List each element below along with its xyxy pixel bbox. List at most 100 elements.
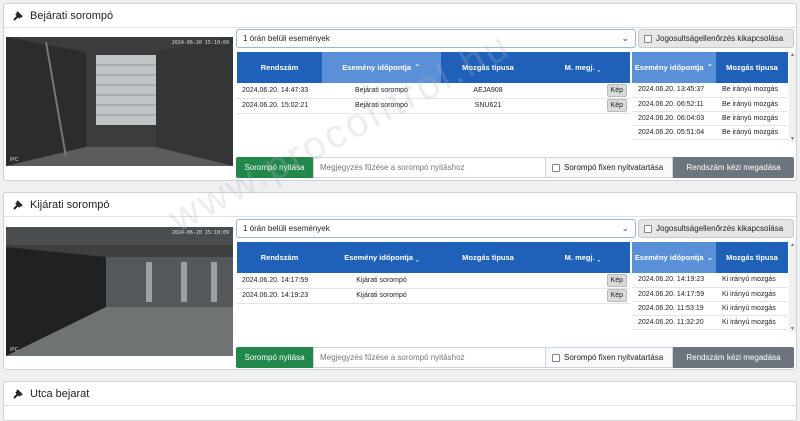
scroll-up-icon[interactable]: ▲ xyxy=(789,242,796,248)
table-row[interactable]: 2024.06.20. 06:52:11 Be irányú mozgás xyxy=(632,97,788,112)
cell-event: Kijárati sorompó xyxy=(322,288,441,304)
sort-icon: ˬ xyxy=(416,253,419,262)
sort-down-icon: ⌄ xyxy=(706,253,714,262)
panel-title: Kijárati sorompó xyxy=(30,198,110,211)
note-input[interactable]: Megjegyzés fűzése a sorompó nyitáshoz xyxy=(313,347,546,368)
table-header-row: Esemény időpontja ⌄ Mozgás típusa xyxy=(632,242,788,273)
image-button[interactable]: Kép xyxy=(606,99,627,112)
col-event-time[interactable]: Esemény időpontja ˬ xyxy=(322,242,441,273)
cell-time: 2024.06.20. 11:53:19 xyxy=(632,301,716,316)
event-range-select[interactable]: 1 órán belüli események ⌄ xyxy=(236,29,636,48)
keep-open-label: Sorompó fixen nyitvatartása xyxy=(564,353,664,362)
camera-timestamp: 2024-06-20 15:10:09 xyxy=(171,230,229,236)
movement-table: Esemény időpontja ⌃ Mozgás típusa 2024.06… xyxy=(632,52,788,140)
sort-icon: ˬ xyxy=(597,253,601,262)
table-row[interactable]: 2024.06.20. 14:19:23 Kijárati sorompó Ké… xyxy=(237,288,630,304)
col-plate[interactable]: Rendszám xyxy=(237,242,322,273)
cell-plate: AEJA908 xyxy=(441,83,535,99)
col-remark[interactable]: M. megj. ˬ xyxy=(535,242,630,273)
cell-time: 2024.06.20. 15:02:21 xyxy=(237,98,322,114)
cell-type: Be irányú mozgás xyxy=(716,111,788,126)
camera-feed[interactable]: 2024-06-20 15:10:09 IPC xyxy=(6,37,233,166)
table-row[interactable]: 2024.06.20. 13:45:37 Be irányú mozgás xyxy=(632,83,788,98)
table-row[interactable]: 2024.06.20. 14:19:23 Ki irányú mozgás xyxy=(632,273,788,288)
col-movement-type[interactable]: Mozgás típusa xyxy=(716,242,788,273)
keep-open-toggle[interactable]: Sorompó fixen nyitvatartása xyxy=(546,347,673,368)
note-input[interactable]: Megjegyzés fűzése a sorompó nyitáshoz xyxy=(313,157,546,178)
scroll-down-icon[interactable]: ▼ xyxy=(789,326,796,332)
table-row[interactable]: 2024.06.20. 14:17:59 Kijárati sorompó Ké… xyxy=(237,273,630,289)
cell-time: 2024.06.20. 06:52:11 xyxy=(632,97,716,112)
image-button[interactable]: Kép xyxy=(606,289,627,302)
cell-event: Bejárati sorompó xyxy=(322,98,441,114)
cell-time: 2024.06.20. 14:17:59 xyxy=(632,287,716,302)
panel-header: Bejárati sorompó xyxy=(4,4,796,28)
checkbox[interactable] xyxy=(552,163,560,172)
table-row[interactable]: 2024.06.20. 06:04:03 Be irányú mozgás xyxy=(632,111,788,126)
auth-check-toggle[interactable]: Jogosultságellenőrzés kikapcsolása xyxy=(638,219,794,238)
exit-barrier-panel: Kijárati sorompó 2024-06-20 15:10:09 IPC… xyxy=(3,192,797,370)
open-barrier-button[interactable]: Sorompó nyitása xyxy=(236,347,313,368)
image-button[interactable]: Kép xyxy=(606,273,627,287)
table-row[interactable]: 2024.06.20. 15:02:21 Bejárati sorompó SN… xyxy=(237,98,630,114)
table-row[interactable]: 2024.06.20. 11:32:20 Ki irányú mozgás xyxy=(632,315,788,330)
checkbox[interactable] xyxy=(644,34,652,43)
table-header-row: Rendszám Esemény időpontja ⌃ Mozgás típus… xyxy=(237,52,630,83)
cell-type: Ki irányú mozgás xyxy=(716,273,788,288)
col-event-time[interactable]: Esemény időpontja ⌃ xyxy=(322,52,441,83)
manual-plate-button[interactable]: Rendszám kézi megadása xyxy=(673,157,794,178)
manual-plate-button[interactable]: Rendszám kézi megadása xyxy=(673,347,794,368)
entry-barrier-panel: Bejárati sorompó 2024-06-20 15:10:09 IPC… xyxy=(3,3,797,181)
table-header-row: Esemény időpontja ⌃ Mozgás típusa xyxy=(632,52,788,83)
events-table: Rendszám Esemény időpontja ⌃ Mozgás típus… xyxy=(237,52,630,114)
table-row[interactable]: 2024.06.20. 11:53:19 Ki irányú mozgás xyxy=(632,301,788,316)
table-row[interactable]: 2024.06.20. 05:51:04 Be irányú mozgás xyxy=(632,125,788,140)
cell-time: 2024.06.20. 05:51:04 xyxy=(632,125,716,140)
cell-time: 2024.06.20. 11:32:20 xyxy=(632,315,716,330)
camera-image xyxy=(6,37,233,166)
action-bar: Sorompó nyitása Megjegyzés fűzése a soro… xyxy=(236,347,794,368)
cell-type: Be irányú mozgás xyxy=(716,97,788,112)
cell-plate: SNU621 xyxy=(441,98,535,114)
scroll-down-icon[interactable]: ▼ xyxy=(789,136,796,142)
cell-time: 2024.06.20. 14:47:33 xyxy=(237,83,322,99)
auth-check-toggle[interactable]: Jogosultságellenőrzés kikapcsolása xyxy=(638,29,794,48)
open-barrier-button[interactable]: Sorompó nyitása xyxy=(236,157,313,178)
table-row[interactable]: 2024.06.20. 14:47:33 Bejárati sorompó AE… xyxy=(237,83,630,99)
cell-time: 2024.06.20. 14:17:59 xyxy=(237,273,322,289)
col-event-time[interactable]: Esemény időpontja ⌄ xyxy=(632,242,716,273)
cell-plate xyxy=(441,273,535,289)
col-remark[interactable]: M. megj. ˬ xyxy=(535,52,630,83)
scroll-up-icon[interactable]: ▲ xyxy=(789,52,796,58)
table-row[interactable]: 2024.06.20. 14:17:59 Ki irányú mozgás xyxy=(632,287,788,302)
cell-plate xyxy=(441,288,535,304)
checkbox[interactable] xyxy=(644,224,652,233)
keep-open-toggle[interactable]: Sorompó fixen nyitvatartása xyxy=(546,157,673,178)
chevron-down-icon: ⌄ xyxy=(621,33,629,43)
events-table: Rendszám Esemény időpontja ˬ Mozgás típus… xyxy=(237,242,630,304)
col-event-time[interactable]: Esemény időpontja ⌃ xyxy=(632,52,716,83)
col-movement-type[interactable]: Mozgás típusa xyxy=(441,52,535,83)
event-range-select[interactable]: 1 órán belüli események ⌄ xyxy=(236,219,636,238)
cell-time: 2024.06.20. 06:04:03 xyxy=(632,111,716,126)
scrollbar[interactable]: ▲ ▼ xyxy=(789,52,796,142)
camera-feed[interactable]: 2024-06-20 15:10:09 IPC xyxy=(6,227,233,356)
scrollbar[interactable]: ▲ ▼ xyxy=(789,242,796,332)
col-movement-type[interactable]: Mozgás típusa xyxy=(716,52,788,83)
cell-type: Ki irányú mozgás xyxy=(716,315,788,330)
camera-timestamp: 2024-06-20 15:10:09 xyxy=(171,40,229,46)
col-movement-type[interactable]: Mozgás típusa xyxy=(441,242,535,273)
auth-check-label: Jogosultságellenőrzés kikapcsolása xyxy=(656,224,784,233)
cell-time: 2024.06.20. 14:19:23 xyxy=(237,288,322,304)
table-header-row: Rendszám Esemény időpontja ˬ Mozgás típus… xyxy=(237,242,630,273)
cell-event: Kijárati sorompó xyxy=(322,273,441,289)
action-bar: Sorompó nyitása Megjegyzés fűzése a soro… xyxy=(236,157,794,178)
col-plate[interactable]: Rendszám xyxy=(237,52,322,83)
image-button[interactable]: Kép xyxy=(606,83,627,97)
cell-type: Ki irányú mozgás xyxy=(716,287,788,302)
chevron-down-icon: ⌄ xyxy=(621,223,629,233)
panel-header: Utca bejarat xyxy=(4,382,796,406)
camera-image xyxy=(6,227,233,356)
checkbox[interactable] xyxy=(552,353,560,362)
panel-title: Utca bejarat xyxy=(30,387,90,400)
